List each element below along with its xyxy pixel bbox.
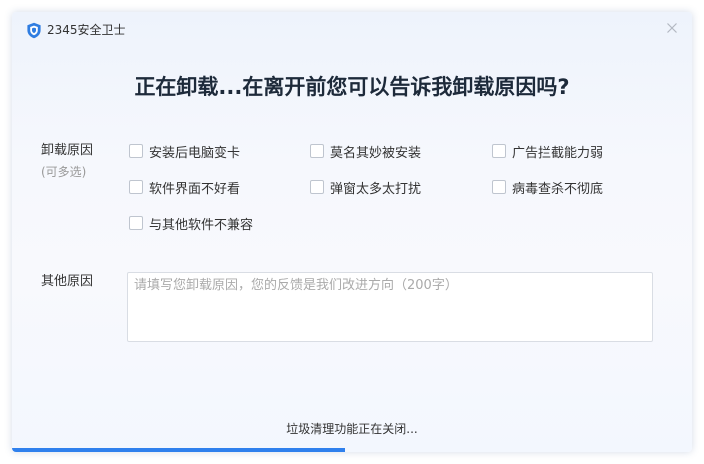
page-title: 正在卸载...在离开前您可以告诉我卸载原因吗? xyxy=(134,75,570,99)
reasons-sublabel: (可多选) xyxy=(41,165,87,179)
reason-option[interactable]: 病毒查杀不彻底 xyxy=(492,178,604,197)
uninstall-dialog: 2345安全卫士 正在卸载...在离开前您可以告诉我卸载原因吗? 卸载原因 (可… xyxy=(12,12,692,452)
reason-option[interactable]: 莫名其妙被安装 xyxy=(310,142,422,161)
shield-icon xyxy=(27,22,41,39)
reason-option-label: 病毒查杀不彻底 xyxy=(512,181,604,197)
other-reason-label: 其他原因 xyxy=(41,274,94,289)
title-bar: 2345安全卫士 xyxy=(12,12,692,48)
reason-option-label: 广告拦截能力弱 xyxy=(512,145,604,161)
reason-option[interactable]: 安装后电脑变卡 xyxy=(129,142,241,161)
checkbox[interactable] xyxy=(129,144,143,158)
reason-option[interactable]: 弹窗太多太打扰 xyxy=(310,178,422,197)
checkbox[interactable] xyxy=(129,216,143,230)
reason-option[interactable]: 软件界面不好看 xyxy=(129,178,241,197)
app-title: 2345安全卫士 xyxy=(47,23,126,37)
close-icon[interactable] xyxy=(662,18,682,38)
progress-fill xyxy=(12,448,346,452)
checkbox[interactable] xyxy=(492,180,506,194)
reason-option-label: 弹窗太多太打扰 xyxy=(330,181,422,197)
reasons-label: 卸载原因 xyxy=(41,143,94,158)
reason-option[interactable]: 广告拦截能力弱 xyxy=(492,142,604,161)
checkbox[interactable] xyxy=(310,144,324,158)
reason-option-label: 软件界面不好看 xyxy=(149,181,241,197)
other-reason-textarea[interactable]: 请填写您卸载原因，您的反馈是我们改进方向（200字） xyxy=(127,272,653,342)
reason-option-label: 安装后电脑变卡 xyxy=(149,145,241,161)
reason-option-label: 莫名其妙被安装 xyxy=(330,145,422,161)
reason-option-label: 与其他软件不兼容 xyxy=(149,217,254,233)
checkbox[interactable] xyxy=(129,180,143,194)
reason-option[interactable]: 与其他软件不兼容 xyxy=(129,214,254,233)
checkbox[interactable] xyxy=(492,144,506,158)
checkbox[interactable] xyxy=(310,180,324,194)
status-text: 垃圾清理功能正在关闭... xyxy=(286,422,418,436)
progress-bar xyxy=(12,448,692,452)
